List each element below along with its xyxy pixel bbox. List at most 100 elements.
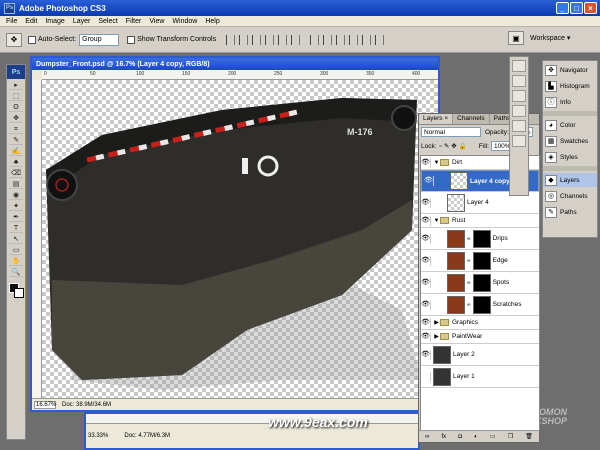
collapse-arrow-icon[interactable]: ▶: [433, 333, 440, 340]
layer-mask-thumbnail[interactable]: [472, 273, 491, 292]
distribute-bottom-icon[interactable]: [336, 34, 346, 45]
lock-icons[interactable]: ▫✎✥🔒: [440, 142, 469, 150]
layer-mask-thumbnail[interactable]: [472, 295, 491, 314]
dock-histogram[interactable]: ▙ Histogram: [543, 79, 597, 93]
visibility-eye-icon[interactable]: 👁: [421, 157, 431, 168]
transform-controls-checkbox[interactable]: [127, 35, 136, 44]
workspace-label[interactable]: Workspace ▾: [530, 34, 570, 42]
hand-tool-icon[interactable]: ✋: [9, 257, 23, 266]
close-button[interactable]: ×: [584, 2, 597, 14]
brush-tool-icon[interactable]: ✍: [9, 147, 23, 156]
collapse-arrow-icon[interactable]: ▶: [433, 319, 440, 326]
dock-color[interactable]: ◕ Color: [543, 118, 597, 132]
expand-arrow-icon[interactable]: ▼: [433, 218, 440, 224]
expand-arrow-icon[interactable]: ▼: [433, 160, 440, 166]
background-color-swatch[interactable]: [14, 288, 24, 298]
dock-paths[interactable]: ✎ Paths: [543, 205, 597, 219]
menu-filter[interactable]: Filter: [126, 18, 142, 25]
dock-clone-icon[interactable]: [512, 120, 526, 132]
distribute-hcenter-icon[interactable]: [362, 34, 372, 45]
dock-tool-presets-icon[interactable]: [512, 60, 526, 72]
dodge-tool-icon[interactable]: ◉: [9, 191, 23, 200]
distribute-left-icon[interactable]: [349, 34, 359, 45]
pen-tool-icon[interactable]: ✦: [9, 202, 23, 211]
hidden-eye-icon[interactable]: [421, 371, 431, 382]
auto-select-dropdown[interactable]: Group: [79, 33, 120, 46]
dock-brushes-icon[interactable]: [512, 75, 526, 87]
minimize-button[interactable]: _: [556, 2, 569, 14]
dock-actions-icon[interactable]: [512, 90, 526, 102]
new-layer-icon[interactable]: ❐: [508, 433, 513, 440]
layer-group-rust[interactable]: 👁 ▼ Rust: [421, 214, 539, 228]
zoom-tool-icon[interactable]: 🔍: [9, 268, 23, 277]
magic-wand-tool-icon[interactable]: ✥: [9, 114, 23, 123]
layer-1[interactable]: Layer 1: [421, 366, 539, 388]
dock-channels[interactable]: ◎ Channels: [543, 189, 597, 203]
menu-edit[interactable]: Edit: [25, 18, 37, 25]
align-hcenter-icon[interactable]: [278, 34, 288, 45]
mask-link-icon[interactable]: ∞: [467, 280, 471, 286]
add-mask-icon[interactable]: ◘: [458, 434, 462, 440]
visibility-eye-icon[interactable]: 👁: [421, 255, 431, 266]
doc-size[interactable]: Doc: 38.9M/34.6M: [62, 402, 111, 408]
tab-channels[interactable]: Channels: [453, 114, 490, 124]
visibility-eye-icon[interactable]: 👁: [421, 233, 431, 244]
new-group-icon[interactable]: ▭: [490, 433, 496, 440]
document-title[interactable]: Dumpster_Front.psd @ 16.7% (Layer 4 copy…: [32, 58, 438, 70]
menu-help[interactable]: Help: [205, 18, 219, 25]
dock-swatches[interactable]: ▦ Swatches: [543, 134, 597, 148]
dock-layers[interactable]: ◆ Layers: [543, 173, 597, 187]
align-left-icon[interactable]: [265, 34, 275, 45]
bridge-icon[interactable]: ▣: [508, 31, 524, 45]
gradient-tool-icon[interactable]: ▤: [9, 180, 23, 189]
visibility-eye-icon[interactable]: 👁: [421, 349, 431, 360]
visibility-eye-icon[interactable]: 👁: [421, 331, 431, 342]
visibility-eye-icon[interactable]: 👁: [421, 317, 431, 328]
zoom-field[interactable]: 16.67%: [34, 400, 56, 409]
visibility-eye-icon[interactable]: 👁: [421, 277, 431, 288]
blend-mode-dropdown[interactable]: Normal: [421, 127, 481, 137]
layer-drips[interactable]: 👁 ∞ Drips: [421, 228, 539, 250]
stamp-tool-icon[interactable]: ♣: [9, 158, 23, 167]
healing-tool-icon[interactable]: ✎: [9, 136, 23, 145]
image-canvas[interactable]: M-176: [42, 80, 438, 398]
menu-view[interactable]: View: [149, 18, 164, 25]
adjustment-layer-icon[interactable]: ◐: [474, 434, 478, 440]
menu-file[interactable]: File: [6, 18, 17, 25]
layer-spots[interactable]: 👁 ∞ Spots: [421, 272, 539, 294]
eraser-tool-icon[interactable]: ⌫: [9, 169, 23, 178]
second-doc-size[interactable]: Doc: 4.77M/6.3M: [124, 433, 170, 439]
visibility-eye-icon[interactable]: 👁: [424, 176, 434, 186]
layer-edge[interactable]: 👁 ∞ Edge: [421, 250, 539, 272]
lasso-tool-icon[interactable]: ʘ: [9, 103, 23, 112]
move-tool-icon[interactable]: ▸: [9, 81, 23, 90]
visibility-eye-icon[interactable]: 👁: [421, 299, 431, 310]
visibility-eye-icon[interactable]: 👁: [421, 197, 431, 208]
type-tool-icon[interactable]: ✒: [9, 213, 23, 222]
align-bottom-icon[interactable]: [252, 34, 262, 45]
mask-link-icon[interactable]: ∞: [467, 302, 471, 308]
text-tool-icon[interactable]: T: [9, 224, 23, 233]
layer-scratches[interactable]: 👁 ∞ Scratches: [421, 294, 539, 316]
path-select-tool-icon[interactable]: ↖: [9, 235, 23, 244]
auto-select-checkbox[interactable]: [28, 35, 36, 44]
visibility-eye-icon[interactable]: 👁: [421, 215, 431, 226]
layer-style-icon[interactable]: fx: [442, 434, 447, 440]
dock-info[interactable]: ⓘ Info: [543, 95, 597, 109]
move-tool-preset-icon[interactable]: ✥: [6, 32, 22, 47]
layer-mask-thumbnail[interactable]: [472, 251, 491, 270]
layer-mask-thumbnail[interactable]: [472, 229, 491, 248]
delete-layer-icon[interactable]: 🗑: [525, 433, 533, 440]
distribute-right-icon[interactable]: [375, 34, 385, 45]
align-vcenter-icon[interactable]: [239, 34, 249, 45]
layer-group-graphics[interactable]: 👁 ▶ Graphics: [421, 316, 539, 330]
menu-layer[interactable]: Layer: [73, 18, 91, 25]
layer-2[interactable]: 👁 Layer 2: [421, 344, 539, 366]
tab-layers[interactable]: Layers ×: [419, 114, 454, 124]
dock-navigator[interactable]: ✥ Navigator: [543, 63, 597, 77]
dock-styles[interactable]: ◈ Styles: [543, 150, 597, 164]
link-layers-icon[interactable]: ∞: [425, 434, 429, 440]
second-zoom-field[interactable]: 33.33%: [88, 433, 108, 439]
menu-window[interactable]: Window: [172, 18, 197, 25]
mask-link-icon[interactable]: ∞: [467, 258, 471, 264]
